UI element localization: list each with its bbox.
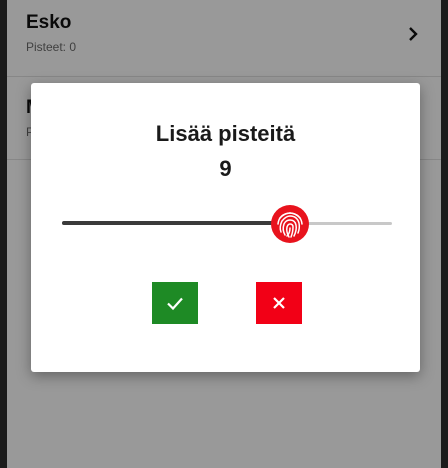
fingerprint-icon[interactable]	[269, 203, 311, 245]
slider-track-fill	[62, 221, 290, 225]
check-icon	[167, 297, 183, 311]
dialog-title: Lisää pisteitä	[155, 121, 296, 146]
add-points-dialog: Lisää pisteitä 9	[31, 83, 420, 372]
close-icon	[273, 297, 285, 309]
cancel-button[interactable]	[256, 282, 302, 324]
app-screen: Esko Pisteet: 0 M P Lisää pisteitä 9	[7, 0, 441, 468]
confirm-button[interactable]	[152, 282, 198, 324]
points-slider[interactable]	[62, 205, 392, 243]
points-value: 9	[219, 156, 232, 181]
